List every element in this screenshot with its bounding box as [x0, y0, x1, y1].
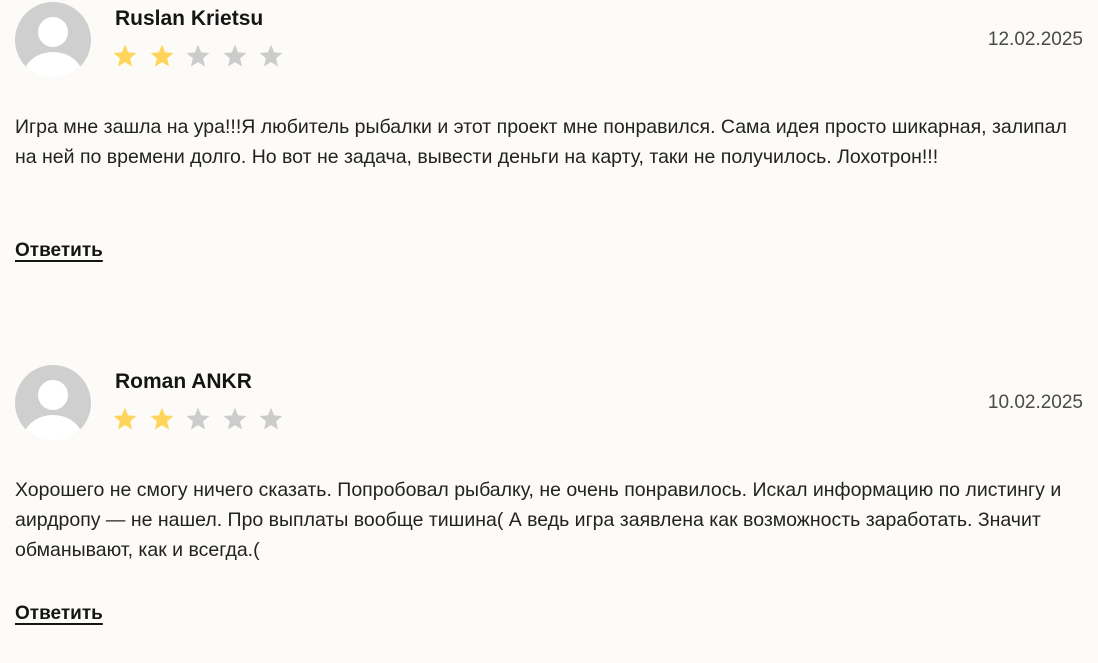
star-filled-icon [112, 43, 138, 69]
review-date: 12.02.2025 [987, 29, 1083, 50]
star-rating [112, 43, 295, 75]
review-item: Ruslan Krietsu 12.02.2025 Игра мне зашла… [0, 0, 1098, 300]
star-empty-icon [222, 43, 248, 69]
review-date: 10.02.2025 [987, 392, 1083, 413]
review-author: Ruslan Krietsu [115, 7, 264, 30]
reply-link[interactable]: Ответить [15, 603, 103, 625]
star-empty-icon [185, 406, 211, 432]
avatar-icon [15, 365, 91, 441]
star-empty-icon [258, 406, 284, 432]
review-text: Хорошего не смогу ничего сказать. Попроб… [15, 479, 1062, 561]
review-item: Roman ANKR 10.02.2025 Хорошего не смогу … [0, 363, 1098, 663]
star-empty-icon [258, 43, 284, 69]
star-empty-icon [222, 406, 248, 432]
star-filled-icon [149, 43, 175, 69]
star-rating [112, 406, 295, 438]
star-empty-icon [185, 43, 211, 69]
avatar-icon [15, 2, 91, 78]
review-author: Roman ANKR [115, 370, 252, 393]
reviews-list: Ruslan Krietsu 12.02.2025 Игра мне зашла… [0, 0, 1098, 636]
review-text: Игра мне зашла на ура!!!Я любитель рыбал… [15, 116, 1067, 168]
star-filled-icon [149, 406, 175, 432]
star-filled-icon [112, 406, 138, 432]
reply-link[interactable]: Ответить [15, 240, 103, 262]
